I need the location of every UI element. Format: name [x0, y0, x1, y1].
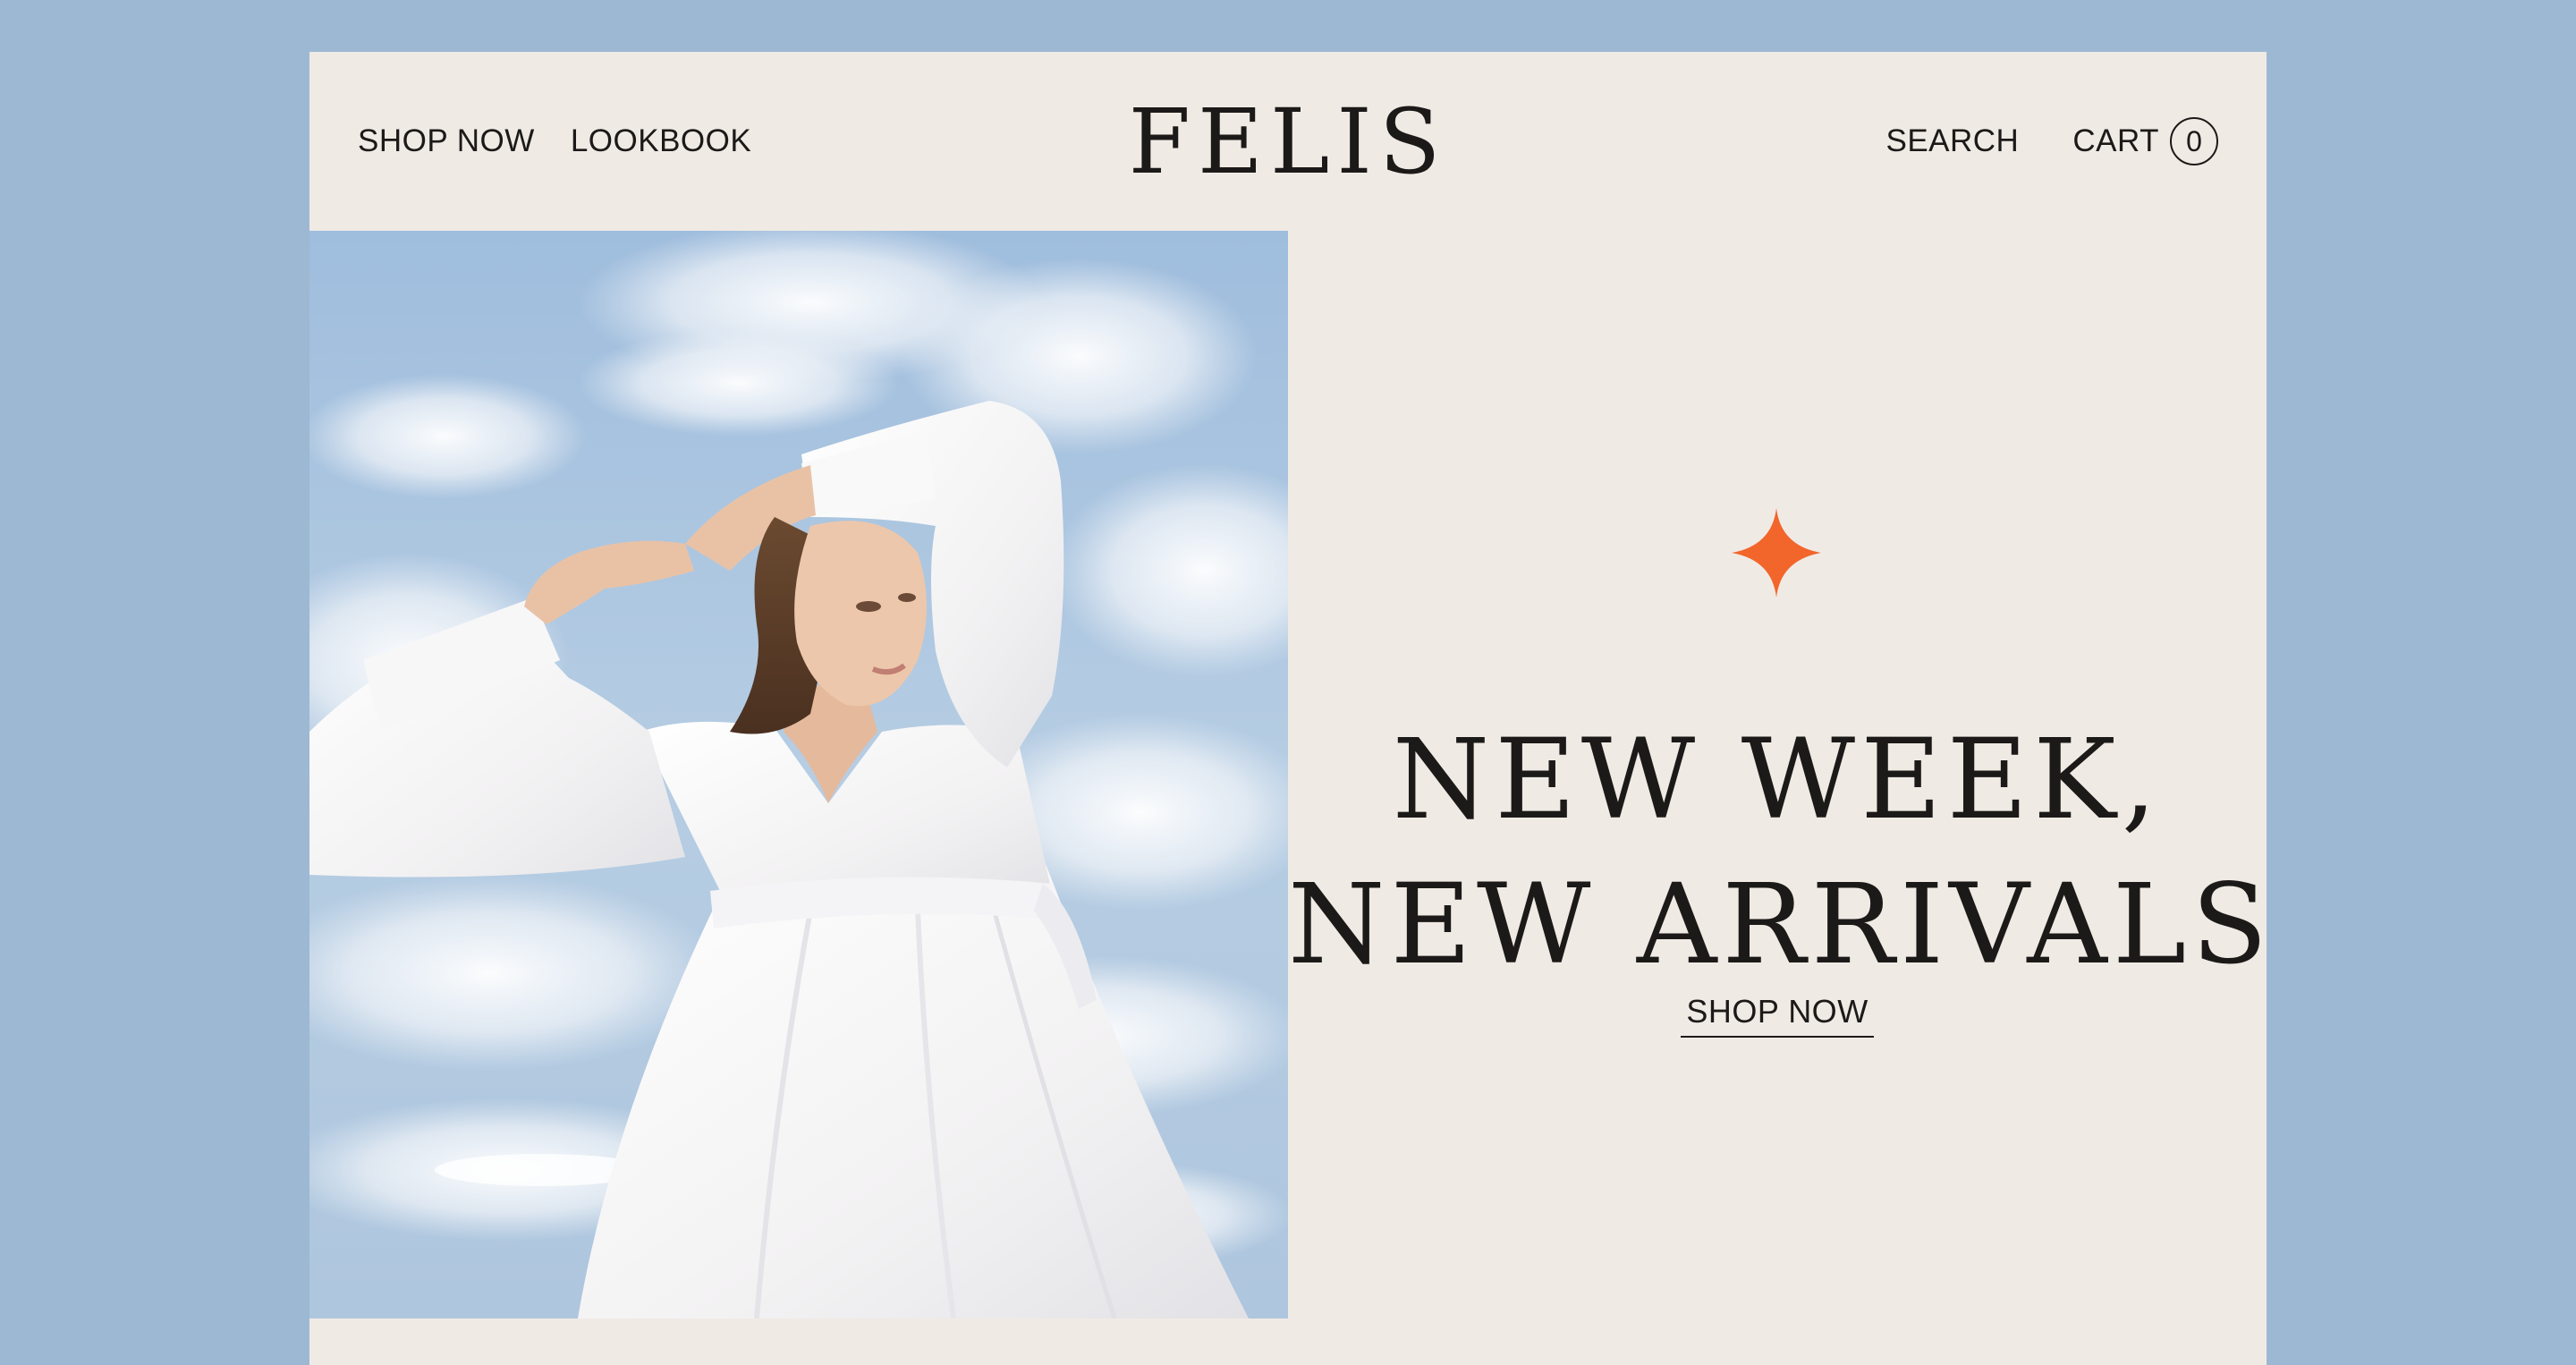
cart-count-badge: 0 [2170, 117, 2218, 165]
cart-label: CART [2072, 123, 2159, 158]
nav-lookbook-link[interactable]: LOOKBOOK [571, 123, 751, 159]
hero-cta-container: SHOP NOW [1288, 993, 2267, 1038]
primary-nav: SHOP NOW LOOKBOOK [358, 52, 751, 231]
hero-shop-now-link[interactable]: SHOP NOW [1681, 993, 1874, 1038]
hero-headline-line-1: NEW WEEK, [1392, 716, 2163, 845]
hero-headline: NEW WEEK, NEW ARRIVALS [1288, 708, 2267, 997]
utility-nav: SEARCH CART 0 [1885, 52, 2218, 231]
sparkle-star-icon [1732, 508, 1821, 598]
site-header: SHOP NOW LOOKBOOK FELIS SEARCH CART 0 [309, 52, 2267, 231]
brand-logo[interactable]: FELIS [1129, 89, 1448, 194]
hero-headline-line-2: NEW ARRIVALS [1288, 861, 2274, 990]
hero-copy: NEW WEEK, NEW ARRIVALS SHOP NOW [1288, 231, 2267, 1318]
search-link[interactable]: SEARCH [1885, 123, 2019, 159]
page-frame: SHOP NOW LOOKBOOK FELIS SEARCH CART 0 NE… [309, 52, 2267, 1365]
hero-image [309, 231, 1288, 1318]
nav-shop-now-link[interactable]: SHOP NOW [358, 123, 535, 159]
cart-button[interactable]: CART 0 [2072, 117, 2218, 165]
